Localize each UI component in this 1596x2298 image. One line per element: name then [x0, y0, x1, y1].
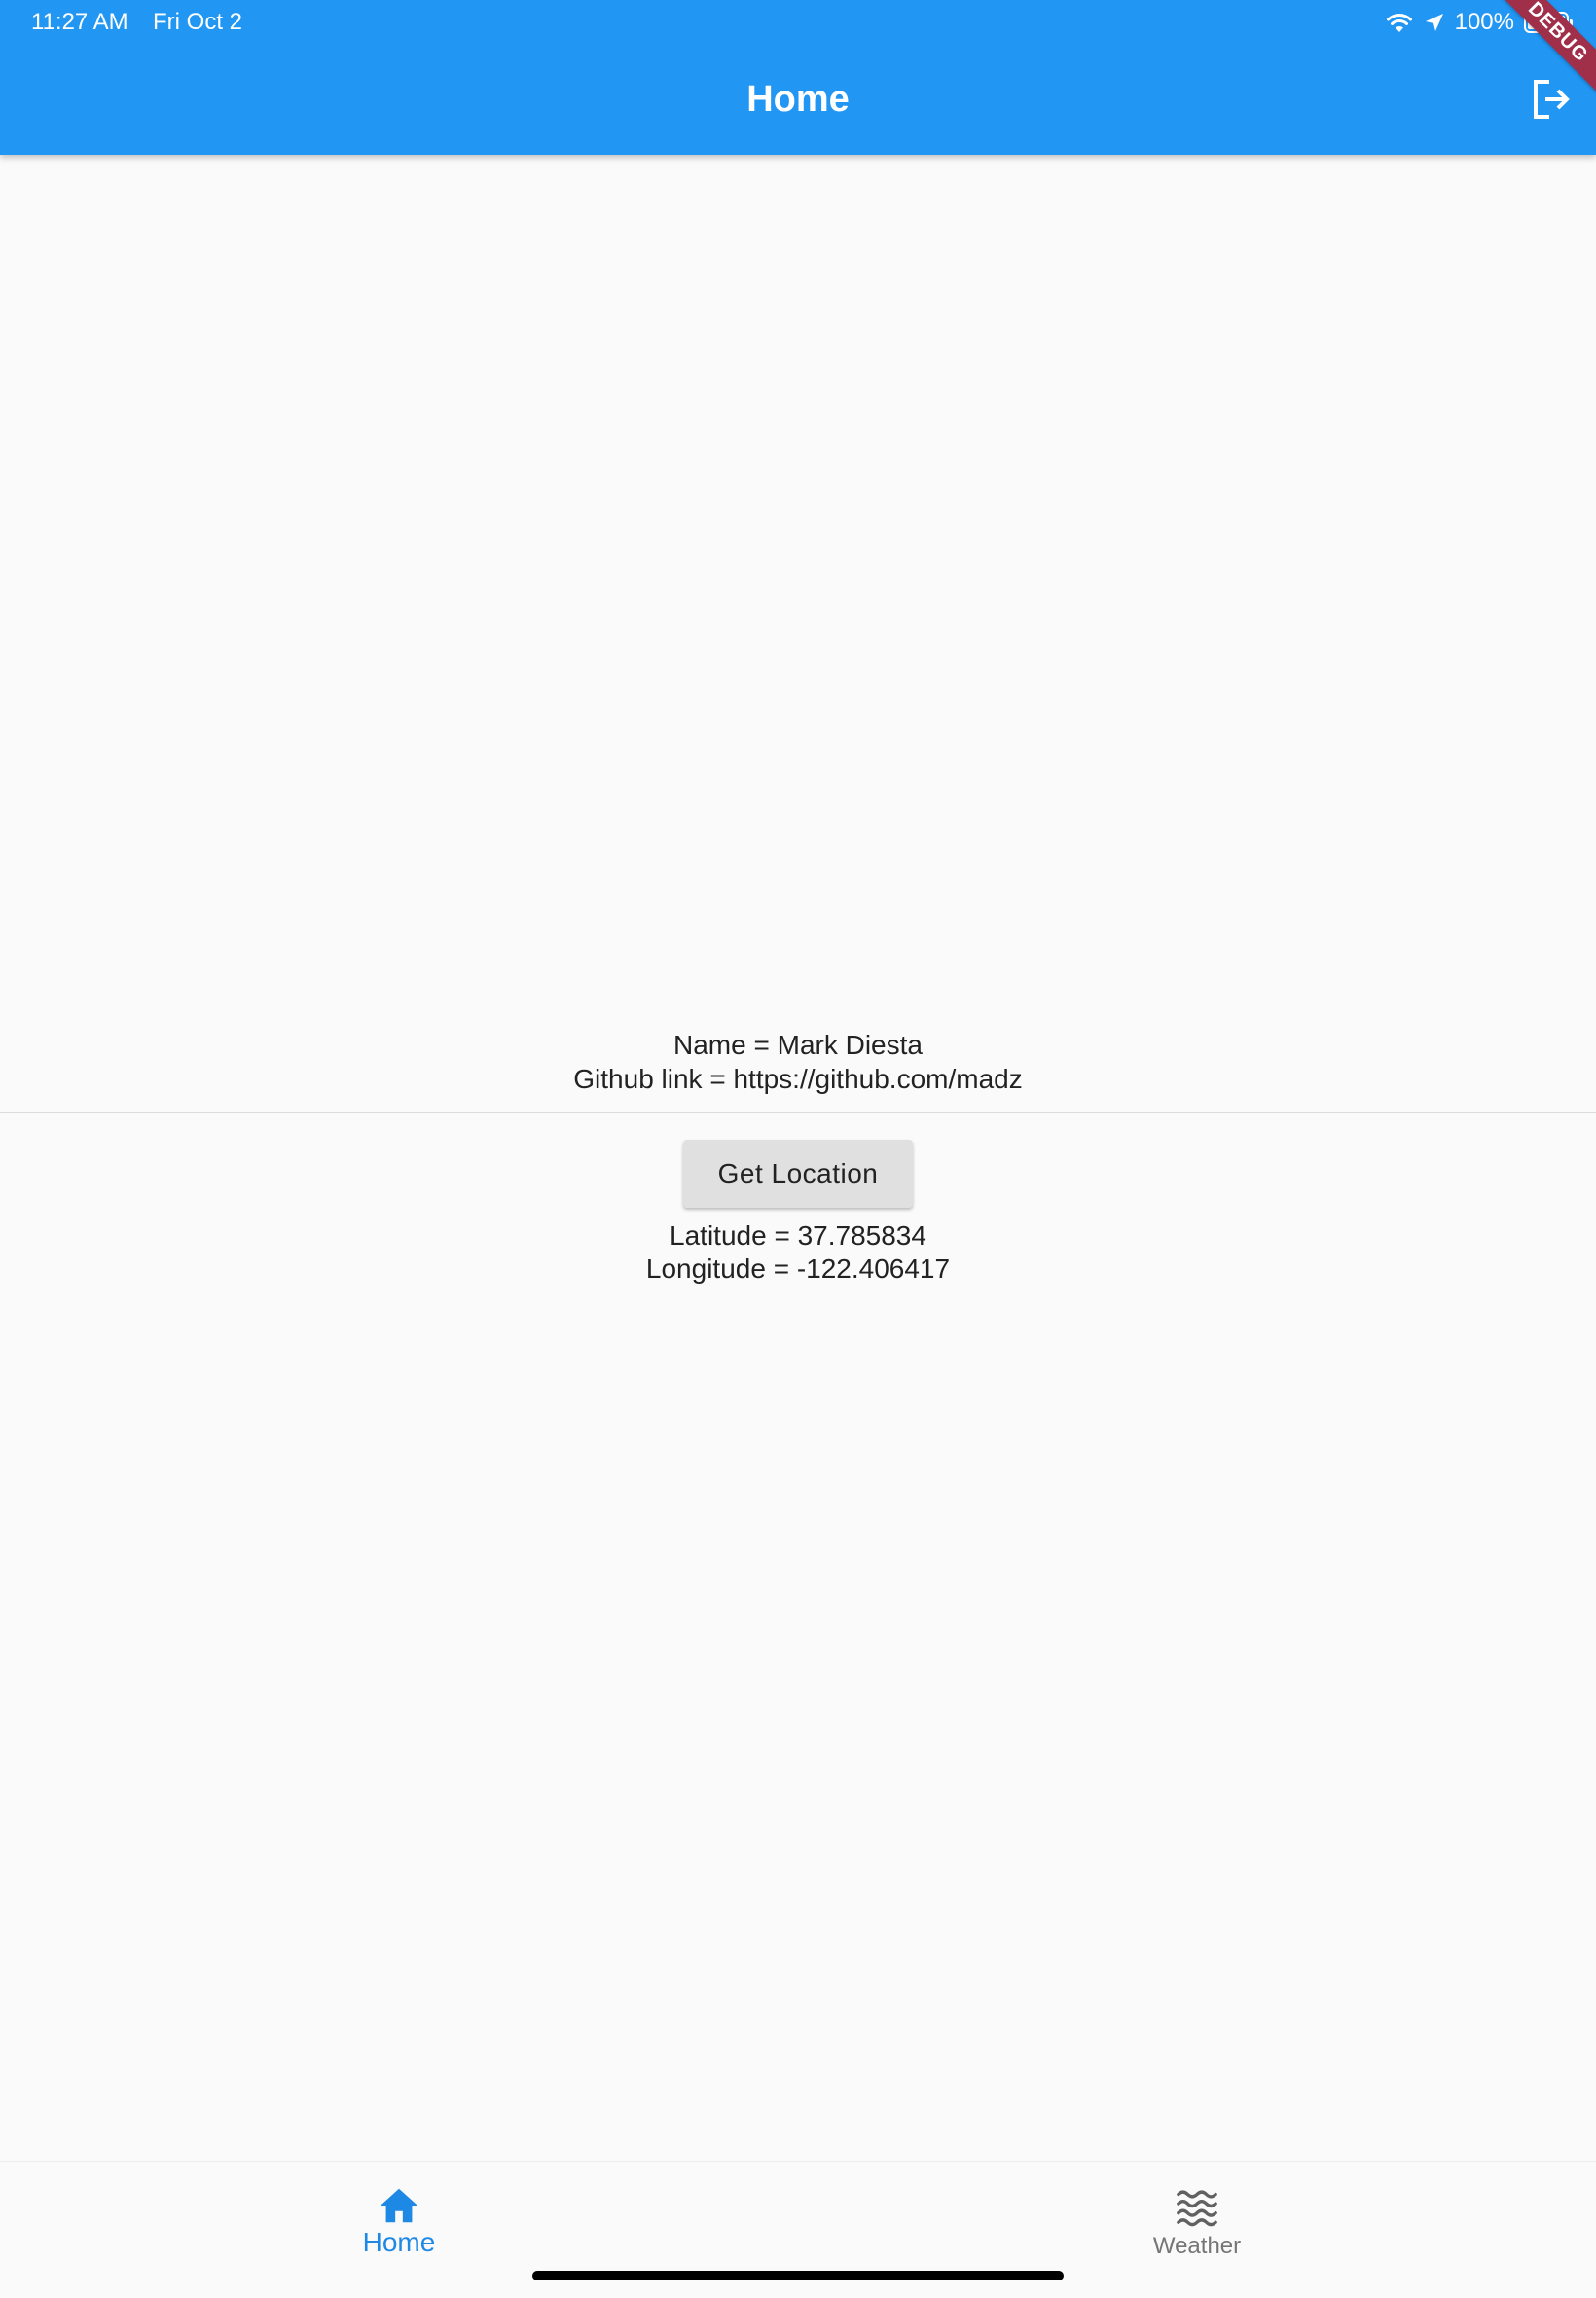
status-time: 11:27 AM — [31, 9, 128, 35]
logout-button[interactable] — [1528, 76, 1575, 123]
status-date: Fri Oct 2 — [153, 9, 243, 35]
waves-icon — [1177, 2190, 1217, 2227]
latitude-value: Latitude = 37.785834 — [670, 1221, 926, 1251]
nav-label-home: Home — [362, 2227, 436, 2257]
wifi-icon — [1386, 14, 1412, 32]
profile-github: Github link = https://github.com/madz — [573, 1064, 1023, 1094]
logout-icon — [1534, 80, 1570, 119]
battery-percentage: 100% — [1454, 9, 1514, 35]
nav-item-home[interactable]: Home — [0, 2162, 798, 2269]
longitude-value: Longitude = -122.406417 — [645, 1254, 951, 1284]
nav-item-weather[interactable]: Weather — [798, 2162, 1596, 2269]
location-arrow-icon — [1425, 14, 1443, 31]
home-icon — [380, 2188, 418, 2223]
nav-label-weather: Weather — [1152, 2233, 1242, 2259]
app-bar: 11:27 AM Fri Oct 2 100% Home — [0, 0, 1596, 155]
home-indicator[interactable] — [532, 2271, 1064, 2280]
divider — [0, 1112, 1596, 1113]
page-title: Home — [746, 79, 850, 120]
profile-name: Name = Mark Diesta — [673, 1030, 923, 1060]
get-location-button[interactable]: Get Location — [683, 1140, 913, 1208]
